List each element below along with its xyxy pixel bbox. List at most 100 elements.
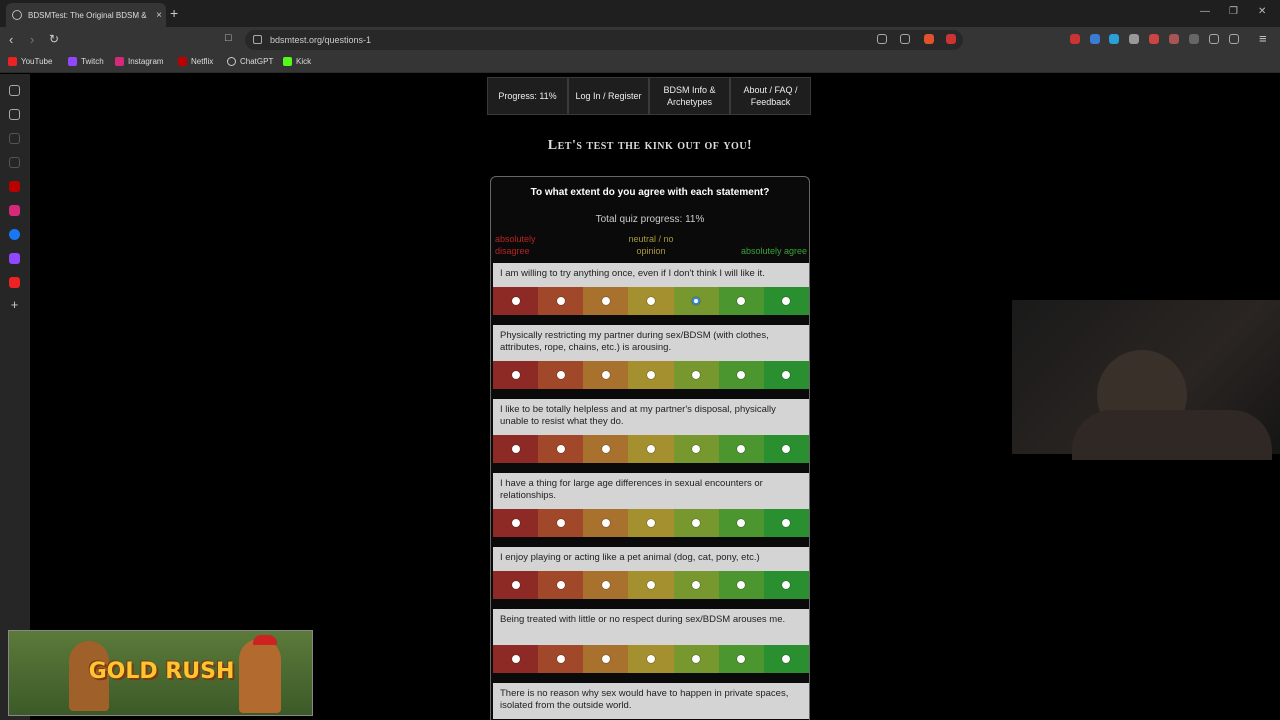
radio-button[interactable]: [556, 581, 565, 589]
radio-button[interactable]: [556, 371, 565, 379]
address-bar[interactable]: bdsmtest.org/questions-1: [245, 30, 963, 50]
bookmark-netflix[interactable]: Netflix: [178, 57, 213, 66]
youtube-icon[interactable]: [9, 277, 20, 288]
brave-rewards-icon[interactable]: [946, 34, 956, 44]
answer-option-7[interactable]: [763, 361, 809, 389]
radio-button[interactable]: [782, 581, 791, 589]
menu-icon[interactable]: ≡: [1259, 31, 1267, 46]
answer-option-1[interactable]: [493, 287, 539, 315]
share-icon[interactable]: [900, 34, 910, 44]
answer-option-4[interactable]: [628, 571, 674, 599]
reload-icon[interactable]: ↻: [49, 32, 59, 46]
answer-option-2[interactable]: [538, 435, 584, 463]
history-icon[interactable]: [9, 157, 20, 168]
answer-option-4[interactable]: [628, 287, 674, 315]
answer-option-4[interactable]: [628, 645, 674, 673]
new-tab-button[interactable]: +: [170, 5, 178, 21]
answer-option-5[interactable]: [673, 361, 719, 389]
radio-button[interactable]: [601, 655, 610, 663]
extension-icon[interactable]: [1169, 34, 1179, 44]
radio-button[interactable]: [601, 581, 610, 589]
radio-button[interactable]: [646, 445, 655, 453]
answer-option-3[interactable]: [583, 435, 629, 463]
back-icon[interactable]: ‹: [9, 32, 13, 47]
answer-option-1[interactable]: [493, 361, 539, 389]
answer-option-6[interactable]: [718, 571, 764, 599]
answer-option-1[interactable]: [493, 435, 539, 463]
sidebar-toggle-icon[interactable]: [1229, 34, 1239, 44]
radio-button[interactable]: [692, 297, 701, 305]
extension-icon[interactable]: [1070, 34, 1080, 44]
radio-button[interactable]: [737, 519, 746, 527]
radio-button[interactable]: [782, 445, 791, 453]
radio-button[interactable]: [737, 655, 746, 663]
extension-icon[interactable]: [1189, 34, 1199, 44]
radio-button[interactable]: [782, 655, 791, 663]
answer-option-3[interactable]: [583, 361, 629, 389]
radio-button[interactable]: [511, 581, 520, 589]
answer-option-2[interactable]: [538, 361, 584, 389]
answer-option-3[interactable]: [583, 287, 629, 315]
radio-button[interactable]: [646, 581, 655, 589]
nav-about-faq[interactable]: About / FAQ / Feedback: [730, 77, 811, 115]
bookmark-icon[interactable]: □: [225, 32, 232, 44]
answer-option-7[interactable]: [763, 571, 809, 599]
answer-option-2[interactable]: [538, 287, 584, 315]
window-close-icon[interactable]: ✕: [1258, 6, 1266, 17]
answer-option-1[interactable]: [493, 645, 539, 673]
facebook-icon[interactable]: [9, 229, 20, 240]
answer-option-3[interactable]: [583, 571, 629, 599]
answer-option-1[interactable]: [493, 509, 539, 537]
site-info-icon[interactable]: [253, 35, 262, 44]
radio-button[interactable]: [737, 581, 746, 589]
twitch-icon[interactable]: [9, 253, 20, 264]
extensions-menu-icon[interactable]: [1209, 34, 1219, 44]
radio-button[interactable]: [511, 519, 520, 527]
translate-icon[interactable]: [877, 34, 887, 44]
nav-login[interactable]: Log In / Register: [568, 77, 649, 115]
radio-button[interactable]: [601, 371, 610, 379]
radio-button[interactable]: [601, 297, 610, 305]
radio-button[interactable]: [511, 297, 520, 305]
radio-button[interactable]: [556, 519, 565, 527]
radio-button[interactable]: [692, 655, 701, 663]
radio-button[interactable]: [511, 655, 520, 663]
radio-button[interactable]: [601, 445, 610, 453]
answer-option-7[interactable]: [763, 645, 809, 673]
radio-button[interactable]: [692, 445, 701, 453]
radio-button[interactable]: [646, 519, 655, 527]
answer-option-5[interactable]: [673, 571, 719, 599]
minimize-icon[interactable]: —: [1200, 6, 1210, 17]
bookmark-youtube[interactable]: YouTube: [8, 57, 52, 66]
radio-button[interactable]: [511, 371, 520, 379]
leo-ai-icon[interactable]: [9, 85, 20, 96]
answer-option-7[interactable]: [763, 287, 809, 315]
nav-progress[interactable]: Progress: 11%: [487, 77, 568, 115]
radio-button[interactable]: [737, 297, 746, 305]
answer-option-2[interactable]: [538, 571, 584, 599]
radio-button[interactable]: [692, 371, 701, 379]
answer-option-7[interactable]: [763, 509, 809, 537]
answer-option-4[interactable]: [628, 509, 674, 537]
answer-option-4[interactable]: [628, 435, 674, 463]
radio-button[interactable]: [692, 581, 701, 589]
add-sidebar-icon[interactable]: +: [9, 298, 20, 311]
answer-option-5[interactable]: [673, 509, 719, 537]
browser-tab[interactable]: BDSMTest: The Original BDSM & ×: [6, 3, 166, 27]
radio-button[interactable]: [556, 655, 565, 663]
radio-button[interactable]: [556, 445, 565, 453]
answer-option-3[interactable]: [583, 645, 629, 673]
wallet-icon[interactable]: [9, 133, 20, 144]
radio-button[interactable]: [737, 445, 746, 453]
extension-icon[interactable]: [1090, 34, 1100, 44]
extension-icon[interactable]: [1129, 34, 1139, 44]
brave-shield-icon[interactable]: [924, 34, 934, 44]
answer-option-5[interactable]: [673, 645, 719, 673]
radio-button[interactable]: [782, 519, 791, 527]
radio-button[interactable]: [692, 519, 701, 527]
radio-button[interactable]: [646, 655, 655, 663]
radio-button[interactable]: [601, 519, 610, 527]
radio-button[interactable]: [646, 371, 655, 379]
answer-option-1[interactable]: [493, 571, 539, 599]
maximize-icon[interactable]: ❐: [1229, 6, 1238, 17]
